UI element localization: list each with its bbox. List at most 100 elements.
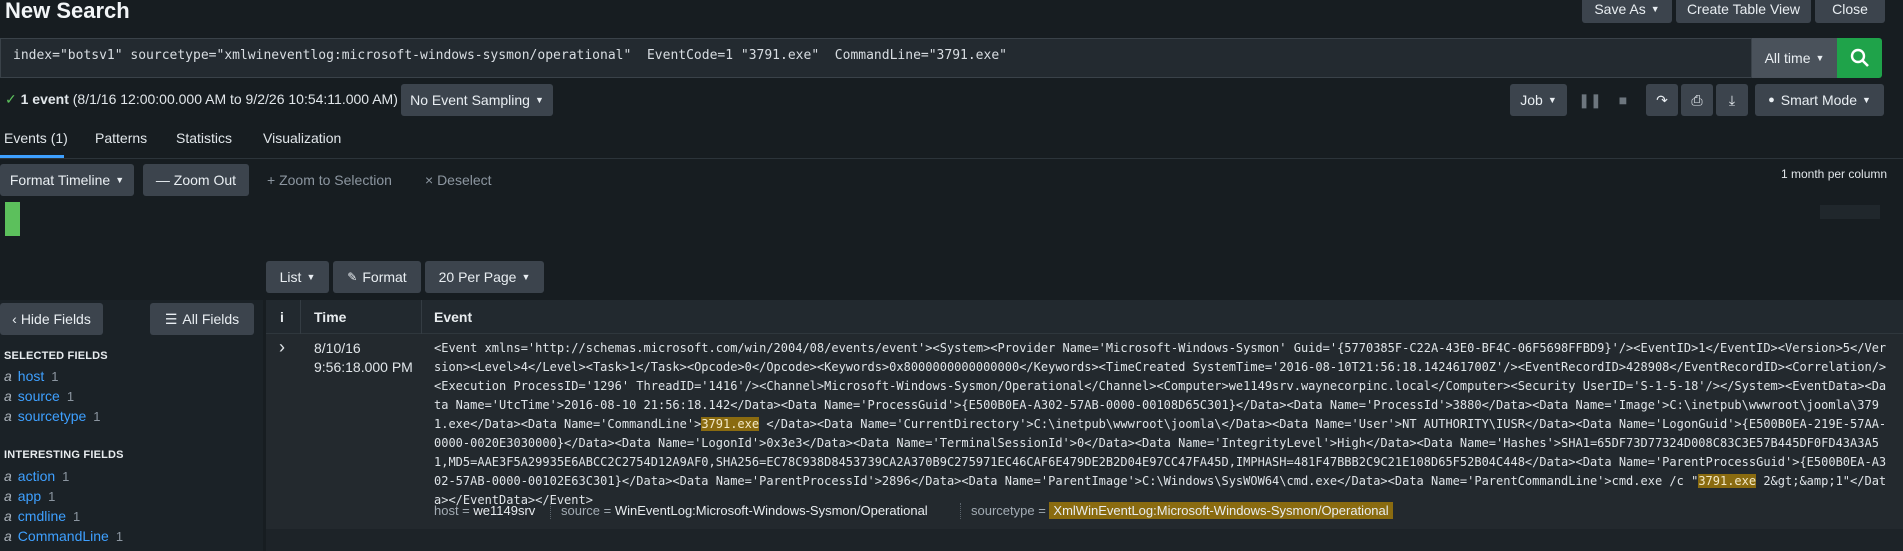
event-count: 1 event (20, 91, 69, 107)
meta-value[interactable]: XmlWinEventLog:Microsoft-Windows-Sysmon/… (1049, 502, 1393, 519)
field-count: 1 (48, 489, 56, 504)
meta-separator (550, 503, 552, 519)
zoom-to-selection-button[interactable]: + Zoom to Selection (267, 172, 392, 188)
meta-separator (960, 503, 962, 519)
event-meta-host[interactable]: host = we1149srv (434, 503, 535, 518)
event-sampling-dropdown[interactable]: No Event Sampling ▼ (401, 84, 553, 116)
format-timeline-label: Format Timeline (9, 172, 111, 188)
field-item-app[interactable]: a app 1 (4, 488, 55, 504)
caret-down-icon: ▼ (521, 272, 531, 282)
create-table-view-button[interactable]: Create Table View (1676, 0, 1811, 23)
field-type-icon: a (4, 488, 12, 504)
caret-down-icon: ▼ (1861, 95, 1871, 105)
field-name[interactable]: cmdline (18, 508, 66, 524)
field-item-sourcetype[interactable]: a sourcetype 1 (4, 408, 101, 424)
print-icon[interactable]: ⎙ (1681, 84, 1713, 116)
column-header-event[interactable]: Event (434, 309, 472, 325)
event-meta-source[interactable]: source = WinEventLog:Microsoft-Windows-S… (561, 503, 928, 518)
tab-visualization[interactable]: Visualization (263, 130, 341, 146)
field-type-icon: a (4, 408, 12, 424)
field-type-icon: a (4, 508, 12, 524)
all-fields-label: All Fields (182, 311, 240, 327)
event-date: 8/10/16 (314, 340, 361, 356)
meta-key: host = (434, 503, 470, 518)
check-icon: ✓ (5, 91, 17, 107)
field-type-icon: a (4, 528, 12, 544)
results-header-row (266, 300, 1903, 334)
caret-down-icon: ▼ (115, 175, 125, 185)
tab-statistics[interactable]: Statistics (176, 130, 232, 146)
pause-icon[interactable]: ❚❚ (1576, 84, 1604, 116)
field-count: 1 (51, 369, 59, 384)
field-name[interactable]: app (18, 488, 41, 504)
download-icon[interactable]: ⤓ (1716, 84, 1748, 116)
field-count: 1 (93, 409, 101, 424)
format-timeline-dropdown[interactable]: Format Timeline ▼ (0, 164, 134, 196)
meta-key: source = (561, 503, 612, 518)
search-button[interactable] (1837, 38, 1882, 78)
job-label: Job (1520, 92, 1543, 108)
field-item-host[interactable]: a host 1 (4, 368, 59, 384)
save-as-label: Save As (1594, 0, 1646, 17)
event-raw-text[interactable]: <Event xmlns='http://schemas.microsoft.c… (434, 339, 1889, 510)
all-fields-button[interactable]: ☰ All Fields (150, 303, 254, 335)
search-query-input[interactable]: index="botsv1" sourcetype="xmlwineventlo… (13, 48, 1007, 63)
format-button[interactable]: ✎ Format (333, 261, 421, 293)
column-header-time[interactable]: Time (314, 309, 346, 325)
field-item-cmdline[interactable]: a cmdline 1 (4, 508, 80, 524)
time-range-label: All time (1764, 50, 1811, 66)
chevron-left-icon: ‹ (12, 311, 17, 327)
search-term-highlight[interactable]: 3791.exe (701, 417, 760, 431)
list-view-dropdown[interactable]: List ▼ (266, 261, 329, 293)
stop-icon[interactable]: ■ (1609, 84, 1637, 116)
format-label: Format (362, 269, 407, 285)
column-header-info: i (280, 309, 284, 325)
event-timestamp: 8/10/16 9:56:18.000 PM (314, 339, 413, 377)
field-name[interactable]: action (18, 468, 55, 484)
per-page-dropdown[interactable]: 20 Per Page ▼ (425, 261, 544, 293)
field-item-source[interactable]: a source 1 (4, 388, 74, 404)
zoom-out-button[interactable]: — Zoom Out (143, 164, 249, 196)
field-count: 1 (66, 389, 75, 404)
field-count: 1 (73, 509, 81, 524)
timeline-scale-label: 1 month per column (1781, 167, 1888, 181)
caret-down-icon: ▼ (1547, 95, 1557, 105)
field-name[interactable]: source (18, 388, 60, 404)
meta-key: sourcetype = (971, 503, 1046, 518)
caret-down-icon: ▼ (306, 272, 316, 282)
search-term-highlight[interactable]: 3791.exe (1698, 474, 1757, 488)
search-mode-label: Smart Mode (1780, 92, 1857, 108)
tab-divider (0, 158, 1903, 159)
field-type-icon: a (4, 368, 12, 384)
chevron-right-icon[interactable]: › (279, 337, 285, 358)
tab-events[interactable]: Events (1) (4, 130, 68, 146)
meta-value[interactable]: we1149srv (473, 503, 535, 518)
hide-fields-button[interactable]: ‹ Hide Fields (0, 303, 103, 335)
close-button[interactable]: Close (1815, 0, 1885, 23)
list-icon: ☰ (164, 310, 178, 327)
field-item-commandline[interactable]: a CommandLine 1 (4, 528, 123, 544)
deselect-button[interactable]: × Deselect (425, 172, 492, 188)
event-meta-sourcetype[interactable]: sourcetype = XmlWinEventLog:Microsoft-Wi… (971, 502, 1393, 519)
selected-fields-heading: SELECTED FIELDS (4, 350, 108, 362)
timeline-column[interactable] (5, 202, 20, 236)
timeline-axis-label (1820, 205, 1880, 219)
search-mode-dropdown[interactable]: ● Smart Mode ▼ (1755, 84, 1884, 116)
tab-patterns[interactable]: Patterns (95, 130, 147, 146)
lightbulb-icon: ● (1768, 94, 1775, 106)
share-icon[interactable]: ↷ (1646, 84, 1678, 116)
caret-down-icon: ▼ (534, 95, 544, 105)
field-item-action[interactable]: a action 1 (4, 468, 69, 484)
time-range-picker[interactable]: All time ▼ (1752, 38, 1837, 78)
list-view-label: List (279, 269, 302, 285)
job-dropdown[interactable]: Job ▼ (1510, 84, 1567, 116)
field-name[interactable]: host (18, 368, 44, 384)
meta-value[interactable]: WinEventLog:Microsoft-Windows-Sysmon/Ope… (615, 503, 928, 518)
page-title: New Search (5, 0, 130, 23)
field-name[interactable]: sourcetype (18, 408, 86, 424)
save-as-button[interactable]: Save As ▼ (1582, 0, 1672, 23)
field-name[interactable]: CommandLine (18, 528, 109, 544)
field-type-icon: a (4, 388, 12, 404)
search-icon (1850, 48, 1869, 67)
pencil-icon: ✎ (347, 270, 358, 284)
